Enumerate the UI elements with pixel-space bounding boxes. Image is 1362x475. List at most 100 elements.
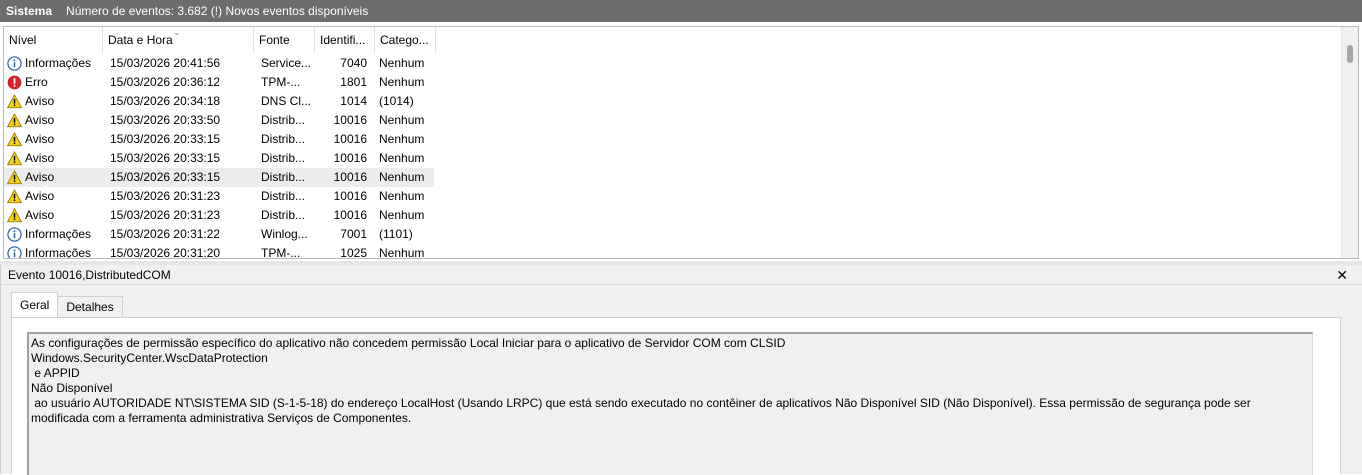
level-cell: Aviso bbox=[4, 187, 103, 206]
event-id-cell: 10016 bbox=[333, 208, 367, 222]
scrollbar-thumb[interactable] bbox=[1347, 45, 1353, 63]
table-row[interactable]: Aviso 15/03/2026 20:33:15 Distrib... 10016 N… bbox=[4, 130, 434, 149]
warning-icon bbox=[6, 113, 23, 128]
event-rows: Informações 15/03/2026 20:41:56 Service...… bbox=[4, 54, 434, 259]
level-label: Aviso bbox=[25, 132, 55, 146]
event-id-cell: 1801 bbox=[340, 75, 367, 89]
event-id-cell: 10016 bbox=[333, 113, 367, 127]
source-cell: Distrib... bbox=[261, 132, 306, 146]
event-count-status: Número de eventos: 3.682 (!) Novos event… bbox=[66, 4, 369, 18]
date-cell: 15/03/2026 20:33:15 bbox=[110, 151, 221, 165]
level-label: Aviso bbox=[25, 189, 55, 203]
date-cell: 15/03/2026 20:33:50 bbox=[110, 113, 221, 127]
tab-details[interactable]: Detalhes bbox=[57, 296, 123, 317]
warning-icon bbox=[6, 170, 23, 185]
source-cell: Distrib... bbox=[261, 208, 306, 222]
event-id-cell: 1025 bbox=[340, 246, 367, 259]
date-cell: 15/03/2026 20:36:12 bbox=[110, 75, 221, 89]
source-cell: TPM-... bbox=[261, 246, 301, 259]
date-cell: 15/03/2026 20:41:56 bbox=[110, 56, 221, 70]
warning-icon bbox=[6, 208, 23, 223]
info-icon bbox=[7, 246, 22, 258]
level-label: Erro bbox=[25, 75, 48, 89]
column-header-id[interactable]: Identifi... bbox=[315, 27, 375, 53]
level-cell: Aviso bbox=[4, 111, 103, 130]
sort-descending-icon: ⌄ bbox=[173, 27, 181, 37]
event-detail-panel: Evento 10016,DistributedCOM ✕ Geral Deta… bbox=[0, 265, 1362, 475]
info-icon bbox=[7, 227, 22, 242]
category-cell: (1014) bbox=[379, 94, 414, 108]
source-cell: Winlog... bbox=[261, 227, 308, 241]
source-cell: DNS Cl... bbox=[261, 94, 312, 108]
warning-icon bbox=[6, 132, 23, 147]
event-id-cell: 10016 bbox=[333, 132, 367, 146]
level-cell: Informações bbox=[4, 244, 103, 259]
level-cell: Informações bbox=[4, 225, 103, 244]
column-header-source[interactable]: Fonte bbox=[254, 27, 315, 53]
level-label: Aviso bbox=[25, 170, 55, 184]
category-cell: Nenhum bbox=[379, 132, 425, 146]
date-cell: 15/03/2026 20:33:15 bbox=[110, 170, 221, 184]
error-icon bbox=[7, 75, 22, 90]
date-cell: 15/03/2026 20:33:15 bbox=[110, 132, 221, 146]
source-cell: Distrib... bbox=[261, 113, 306, 127]
event-id-cell: 10016 bbox=[333, 189, 367, 203]
category-cell: (1101) bbox=[379, 227, 413, 241]
event-id-cell: 7001 bbox=[340, 227, 367, 241]
source-cell: TPM-... bbox=[261, 75, 301, 89]
level-label: Aviso bbox=[25, 208, 55, 222]
event-id-cell: 7040 bbox=[340, 56, 367, 70]
date-cell: 15/03/2026 20:31:22 bbox=[110, 227, 221, 241]
detail-tabs: Geral Detalhes bbox=[11, 292, 123, 318]
column-header-date[interactable]: Data e Hora ⌄ bbox=[103, 27, 254, 53]
warning-icon bbox=[6, 151, 23, 166]
column-header-level[interactable]: Nível bbox=[4, 27, 103, 53]
level-label: Aviso bbox=[25, 113, 55, 127]
log-header-bar: Sistema Número de eventos: 3.682 (!) Nov… bbox=[0, 0, 1362, 22]
table-row[interactable]: Erro 15/03/2026 20:36:12 TPM-... 1801 Nenhum bbox=[4, 73, 434, 92]
table-row[interactable]: Aviso 15/03/2026 20:31:23 Distrib... 10016 N… bbox=[4, 206, 434, 225]
level-label: Informações bbox=[25, 56, 92, 70]
detail-header: Evento 10016,DistributedCOM ✕ bbox=[1, 265, 1362, 285]
category-cell: Nenhum bbox=[379, 56, 425, 70]
log-title: Sistema bbox=[6, 4, 53, 18]
source-cell: Distrib... bbox=[261, 151, 306, 165]
level-cell: Aviso bbox=[4, 149, 103, 168]
date-cell: 15/03/2026 20:31:23 bbox=[110, 189, 221, 203]
level-cell: Informações bbox=[4, 54, 103, 73]
vertical-scrollbar[interactable] bbox=[1341, 27, 1358, 258]
table-row[interactable]: Informações 15/03/2026 20:31:22 Winlog... 7… bbox=[4, 225, 434, 244]
detail-title: Evento 10016,DistributedCOM bbox=[8, 268, 171, 282]
close-icon[interactable]: ✕ bbox=[1336, 265, 1348, 285]
category-cell: Nenhum bbox=[379, 75, 425, 89]
level-label: Aviso bbox=[25, 94, 55, 108]
warning-icon bbox=[6, 94, 23, 109]
level-label: Informações bbox=[25, 227, 92, 241]
date-cell: 15/03/2026 20:31:23 bbox=[110, 208, 221, 222]
table-row[interactable]: Aviso 15/03/2026 20:33:50 Distrib... 10016 N… bbox=[4, 111, 434, 130]
level-label: Informações bbox=[25, 246, 92, 259]
source-cell: Distrib... bbox=[261, 189, 306, 203]
table-row[interactable]: Informações 15/03/2026 20:41:56 Service...… bbox=[4, 54, 434, 73]
table-row[interactable]: Aviso 15/03/2026 20:31:23 Distrib... 10016 N… bbox=[4, 187, 434, 206]
date-cell: 15/03/2026 20:34:18 bbox=[110, 94, 221, 108]
event-id-cell: 10016 bbox=[333, 151, 367, 165]
column-header-category[interactable]: Catego... bbox=[375, 27, 436, 53]
warning-icon bbox=[6, 189, 23, 204]
event-description: As configurações de permissão específico… bbox=[27, 332, 1313, 475]
table-row[interactable]: Informações 15/03/2026 20:31:20 TPM-... 102… bbox=[4, 244, 434, 259]
level-cell: Aviso bbox=[4, 168, 103, 187]
table-row[interactable]: Aviso 15/03/2026 20:33:15 Distrib... 10016 N… bbox=[4, 149, 434, 168]
table-row[interactable]: Aviso 15/03/2026 20:33:15 Distrib... 10016 N… bbox=[4, 168, 434, 187]
level-cell: Aviso bbox=[4, 130, 103, 149]
tab-content: As configurações de permissão específico… bbox=[11, 317, 1341, 475]
level-label: Aviso bbox=[25, 151, 55, 165]
category-cell: Nenhum bbox=[379, 151, 425, 165]
source-cell: Service... bbox=[261, 56, 312, 70]
table-row[interactable]: Aviso 15/03/2026 20:34:18 DNS Cl... 1014 (10… bbox=[4, 92, 434, 111]
level-cell: Aviso bbox=[4, 206, 103, 225]
source-cell: Distrib... bbox=[261, 170, 306, 184]
category-cell: Nenhum bbox=[379, 113, 425, 127]
event-list[interactable]: Nível Data e Hora ⌄ Fonte Identifi... Ca… bbox=[3, 26, 1359, 259]
tab-general[interactable]: Geral bbox=[11, 292, 59, 318]
